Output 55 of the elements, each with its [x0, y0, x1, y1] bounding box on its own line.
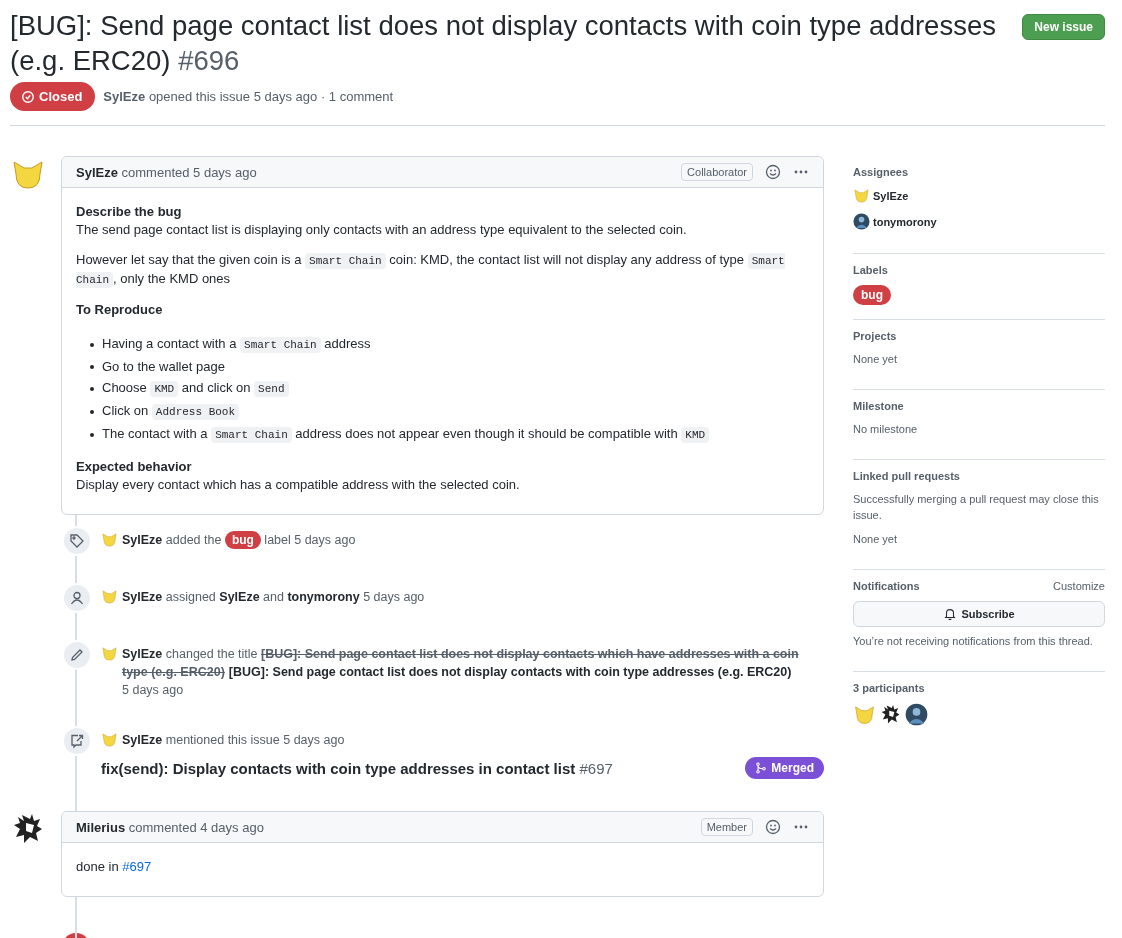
section-title: Labels [853, 264, 888, 276]
comment-author: SylEze commented 5 days ago [76, 164, 258, 180]
event-text: SylEze mentioned this issue 5 days ago [122, 732, 345, 749]
section-title: Projects [853, 330, 897, 342]
sidebar-text: None yet [853, 352, 899, 367]
section-title: Linked pull requests [853, 470, 960, 482]
comment-text: However let say that the given coin is a Smart Chain coin: KMD, the contact list will not display any address of type Smart Chain , only the KMD ones [76, 251, 786, 289]
event-text: SylEze added the bug label 5 days ago [122, 531, 356, 549]
customize-link[interactable]: Customize [1053, 580, 1105, 592]
bullet-icon [90, 409, 94, 414]
label-badge[interactable]: bug [224, 531, 261, 549]
section-heading: Expected behavior [76, 458, 193, 476]
role-badge: Member [700, 818, 753, 836]
assignee-name[interactable]: SylEze [873, 189, 909, 202]
event-text: SylEze changed the title [BUG]: Send page contact list does not display contacts which have addresses with a coin type (e.g. ERC20) [BUG]: Send page contact list does not display contacts with coin type addresses (e.g. ERC20) 5 days ago [122, 646, 800, 699]
bullet-icon [90, 342, 94, 347]
avatar-icon[interactable] [905, 703, 928, 726]
subscribe-button[interactable]: Subscribe [853, 601, 1105, 627]
issue-meta: SylEze opened this issue 5 days ago · 1 comment [103, 89, 394, 104]
status-badge: Merged [745, 757, 824, 779]
sidebar-text: None yet [853, 532, 899, 547]
status-badge: Closed [10, 82, 96, 111]
issue-link[interactable]: #697 [122, 859, 152, 874]
bullet-icon [90, 432, 94, 437]
bullet-icon [90, 386, 94, 391]
issue-title: [BUG]: Send page contact list does not display contacts with coin type addresses (e.g. ERC20) #696 [10, 9, 997, 78]
bullet-icon [90, 364, 94, 369]
section-heading: Describe the bug [76, 203, 183, 221]
smiley-icon[interactable] [765, 819, 781, 835]
comment-text: done in #697 [76, 858, 153, 876]
comment-text: Display every contact which has a compatible address with the selected coin. [76, 476, 521, 494]
avatar-icon[interactable] [853, 213, 870, 230]
avatar-icon[interactable] [879, 703, 902, 726]
list-item: The contact with a Smart Chain address does not appear even though it should be compatible with KMD [102, 423, 710, 446]
section-heading: To Reproduce [76, 301, 164, 319]
sidebar-text: You’re not receiving notifications from this thread. [853, 634, 1094, 649]
label-badge[interactable]: bug [853, 285, 891, 305]
section-title: Milestone [853, 400, 904, 412]
pull-request-link[interactable]: fix(send): Display contacts with coin type addresses in contact list #697 [101, 759, 746, 777]
list-item: Click on Address Book [102, 400, 240, 423]
bell-icon [943, 607, 958, 621]
list-item: Having a contact with a Smart Chain address [102, 335, 371, 355]
event-text: SylEze assigned SylEze and tonymorony 5 days ago [122, 589, 425, 606]
section-title: 3 participants [853, 682, 925, 694]
sidebar-text: Successfully merging a pull request may close this issue. [853, 492, 1100, 523]
role-badge: Collaborator [681, 163, 753, 181]
section-title: Assignees [853, 166, 909, 178]
list-item: Go to the wallet page [102, 358, 225, 376]
section-title: Notifications [853, 580, 920, 592]
comment-text: The send page contact list is displaying only contacts with an address type equivalent to the selected coin. [76, 221, 688, 239]
assignee-name[interactable]: tonymorony [873, 215, 937, 228]
list-item: Choose KMD and click on Send [102, 377, 289, 400]
sidebar-text: No milestone [853, 422, 919, 437]
comment-author: Milerius commented 4 days ago [76, 819, 265, 835]
smiley-icon[interactable] [765, 164, 781, 180]
